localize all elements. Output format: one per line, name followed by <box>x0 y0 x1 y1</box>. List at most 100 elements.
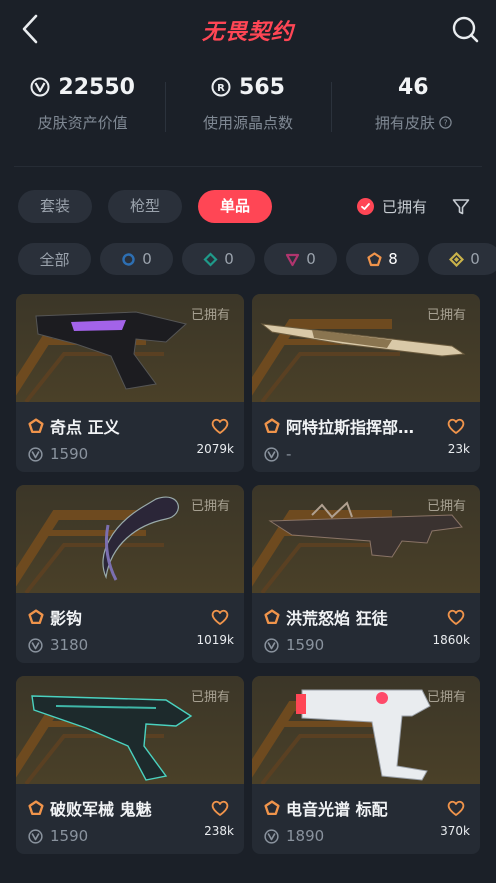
skin-card[interactable]: 已拥有 电音光谱 标配 1890 370k <box>252 676 480 854</box>
radianite-icon: R <box>211 77 231 97</box>
search-button[interactable] <box>448 12 482 46</box>
select-tier-icon <box>122 252 135 266</box>
stat-skin-value: 22550 皮肤资产价值 <box>0 70 165 150</box>
heart-icon <box>447 800 465 816</box>
vp-coin-icon <box>30 77 50 97</box>
vp-coin-icon <box>264 828 279 844</box>
exclusive-tier-icon <box>367 251 382 266</box>
search-icon <box>452 16 479 43</box>
like-count: 238k <box>204 824 234 838</box>
rarity-chip-exclusive[interactable]: 8 <box>346 243 419 275</box>
exclusive-tier-icon <box>28 800 44 816</box>
owned-tag: 已拥有 <box>190 499 230 514</box>
rarity-chip-select[interactable]: 0 <box>100 243 173 275</box>
favorite-button[interactable] <box>446 798 466 818</box>
like-count: 23k <box>447 442 470 456</box>
tab-weapon-types[interactable]: 枪型 <box>108 190 183 223</box>
skin-name: 奇点 正义 <box>50 418 120 437</box>
app-title: 无畏契约 <box>201 20 294 45</box>
skin-card[interactable]: 已拥有 影钩 3180 1019k <box>16 485 244 663</box>
skin-image: 已拥有 <box>16 294 244 402</box>
heart-icon <box>447 418 465 434</box>
favorite-button[interactable] <box>210 798 230 818</box>
skin-price: 1890 <box>286 827 325 845</box>
favorite-button[interactable] <box>210 416 230 436</box>
like-count: 2079k <box>196 442 235 456</box>
help-icon[interactable]: ? <box>439 116 452 129</box>
premium-tier-icon <box>286 253 300 266</box>
owned-tag: 已拥有 <box>426 690 466 705</box>
filter-button[interactable] <box>451 197 471 217</box>
like-count: 1860k <box>432 633 471 647</box>
skin-name: 影钩 <box>50 609 83 628</box>
svg-text:?: ? <box>443 119 447 128</box>
stat-label: 皮肤资产价值 <box>37 114 128 132</box>
stat-value: 46 <box>398 74 429 100</box>
skin-price: 1590 <box>50 827 89 845</box>
skin-name: 破败军械 鬼魅 <box>50 800 152 819</box>
skin-name: 洪荒怒焰 狂徒 <box>286 609 388 628</box>
vp-coin-icon <box>264 446 279 462</box>
skin-name: 电音光谱 标配 <box>286 800 388 819</box>
rarity-chip-ultra[interactable]: 0 <box>428 243 496 275</box>
skin-image: 已拥有 <box>16 676 244 784</box>
vp-coin-icon <box>264 637 279 653</box>
exclusive-tier-icon <box>28 609 44 625</box>
like-count: 1019k <box>196 633 235 647</box>
heart-icon <box>211 609 229 625</box>
like-count: 370k <box>440 824 470 838</box>
favorite-button[interactable] <box>446 416 466 436</box>
tab-single-items[interactable]: 单品 <box>198 190 273 223</box>
skin-card[interactable]: 已拥有 破败军械 鬼魅 1590 238k <box>16 676 244 854</box>
heart-icon <box>211 800 229 816</box>
stat-owned-skins: 46 拥有皮肤 ? <box>330 70 496 150</box>
skin-card[interactable]: 已拥有 洪荒怒焰 狂徒 1590 1860k <box>252 485 480 663</box>
rarity-chip-deluxe[interactable]: 0 <box>182 243 255 275</box>
tab-sets[interactable]: 套装 <box>18 190 93 223</box>
vp-coin-icon <box>28 446 43 462</box>
rarity-chip-premium[interactable]: 0 <box>264 243 337 275</box>
stat-value: 565 <box>239 74 285 100</box>
owned-filter-toggle[interactable]: 已拥有 <box>357 196 427 217</box>
rarity-count: 0 <box>142 250 152 268</box>
vp-coin-icon <box>28 637 43 653</box>
filter-icon <box>452 199 470 215</box>
ultra-tier-icon <box>449 251 465 267</box>
skin-price: 3180 <box>50 636 89 654</box>
rarity-count: 8 <box>388 250 398 268</box>
favorite-button[interactable] <box>210 607 230 627</box>
owned-tag: 已拥有 <box>190 690 230 705</box>
owned-tag: 已拥有 <box>426 499 466 514</box>
heart-icon <box>211 418 229 434</box>
skin-image: 已拥有 <box>252 294 480 402</box>
skin-card[interactable]: 已拥有 阿特拉斯指挥部… - 23k <box>252 294 480 472</box>
rarity-count: 0 <box>306 250 316 268</box>
deluxe-tier-icon <box>203 251 218 267</box>
checkbox-checked-icon[interactable] <box>357 198 374 215</box>
owned-tag: 已拥有 <box>426 308 466 323</box>
skin-name: 阿特拉斯指挥部… <box>286 418 415 437</box>
svg-text:R: R <box>217 83 225 94</box>
exclusive-tier-icon <box>264 609 280 625</box>
owned-tag: 已拥有 <box>190 308 230 323</box>
exclusive-tier-icon <box>264 418 280 434</box>
skin-image: 已拥有 <box>252 485 480 593</box>
skin-image: 已拥有 <box>252 676 480 784</box>
favorite-button[interactable] <box>446 607 466 627</box>
owned-filter-label: 已拥有 <box>382 198 428 216</box>
category-tabs: 套装 枪型 单品 <box>18 190 273 223</box>
exclusive-tier-icon <box>264 800 280 816</box>
skin-card[interactable]: 已拥有 奇点 正义 1590 2079k <box>16 294 244 472</box>
top-bar: 无畏契约 <box>0 0 496 60</box>
exclusive-tier-icon <box>28 418 44 434</box>
rarity-count: 0 <box>224 250 234 268</box>
asset-summary: 22550 皮肤资产价值 R 565 使用源晶点数 46 拥有皮肤 ? <box>0 70 496 150</box>
rarity-filter: 全部 0 0 0 8 0 <box>18 243 496 275</box>
rarity-chip-all[interactable]: 全部 <box>18 243 91 275</box>
stat-label: 使用源晶点数 <box>202 114 293 132</box>
skin-image: 已拥有 <box>16 485 244 593</box>
stat-radianite: R 565 使用源晶点数 <box>165 70 330 150</box>
divider <box>14 166 482 167</box>
stat-value: 22550 <box>58 74 135 100</box>
skin-price: 1590 <box>286 636 325 654</box>
